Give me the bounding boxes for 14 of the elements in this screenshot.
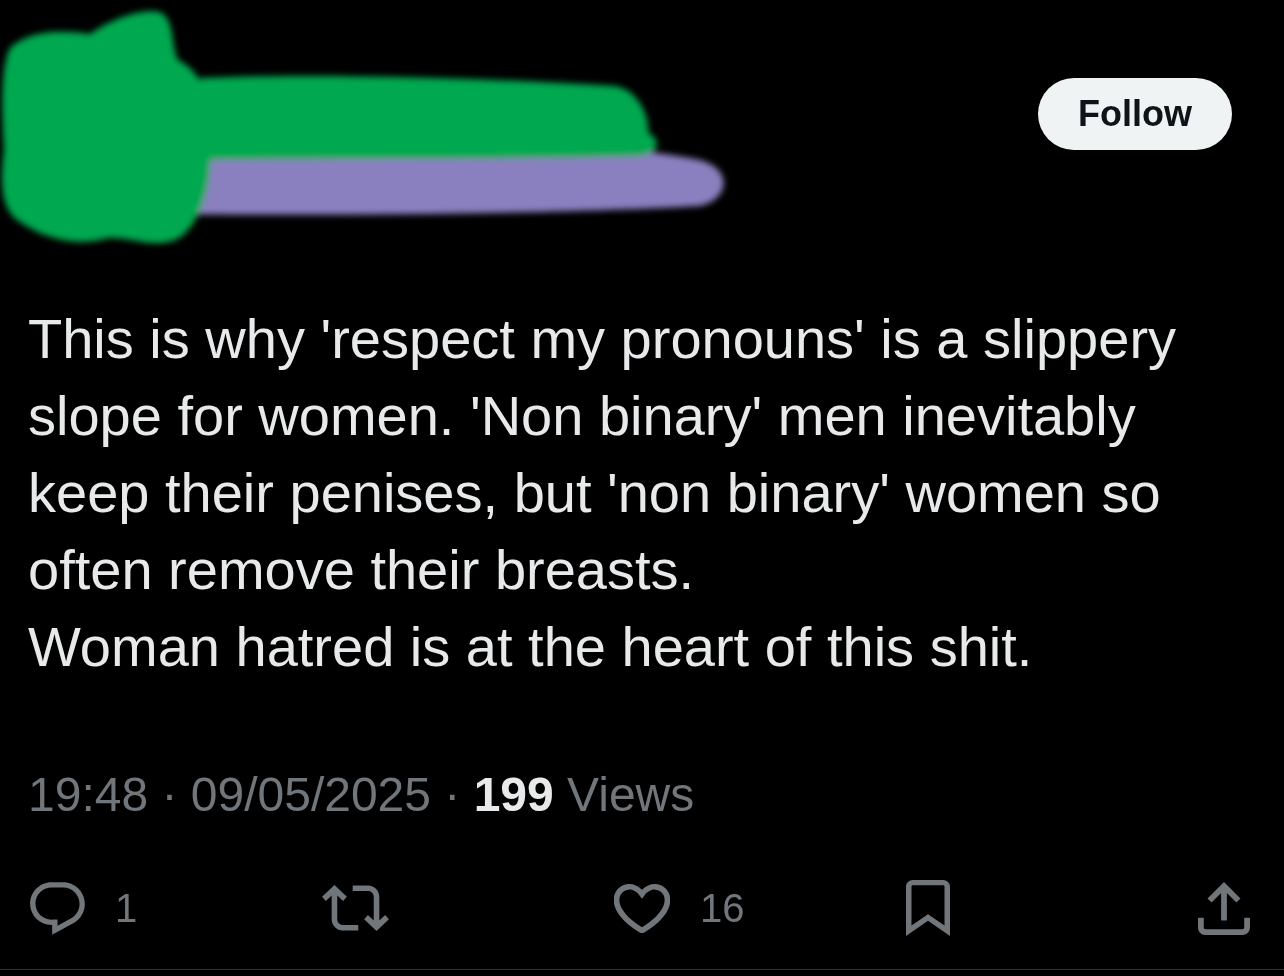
repost-button[interactable] — [322, 885, 389, 931]
bookmark-button[interactable] — [906, 880, 950, 936]
speech-bubble-icon — [30, 881, 85, 935]
follow-button[interactable]: Follow — [1038, 78, 1232, 150]
share-button[interactable] — [1198, 881, 1250, 935]
post-text: This is why 'respect my pronouns' is a slippery slope for women. 'Non binary' men inevitably keep their penises, but 'non binary' women so often remove their breasts. — [28, 306, 1178, 603]
post-timestamp-views: 19:48 · 09/05/2025 · 199 Views — [27, 767, 695, 823]
post-text: Woman hatred is at the heart of this shit. — [28, 614, 1034, 680]
share-icon — [1198, 881, 1250, 935]
reply-button[interactable]: 1 — [30, 881, 138, 935]
heart-icon — [614, 883, 670, 933]
bookmark-icon — [906, 880, 950, 936]
repost-icon — [322, 885, 389, 931]
like-button[interactable]: 16 — [614, 883, 745, 933]
